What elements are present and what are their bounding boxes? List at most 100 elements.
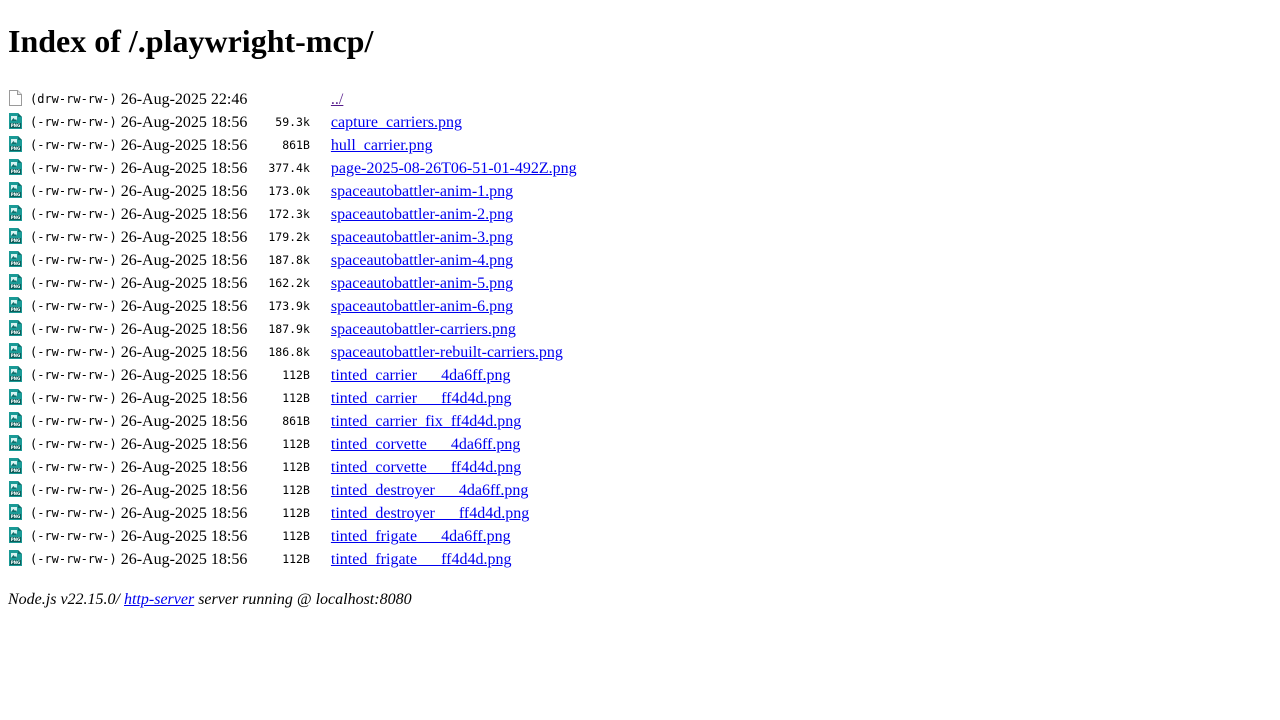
file-date: 26-Aug-2025 18:56 bbox=[120, 252, 248, 269]
file-date: 26-Aug-2025 18:56 bbox=[120, 344, 248, 361]
file-size: 112B bbox=[282, 437, 310, 451]
file-link[interactable]: spaceautobattler-anim-1.png bbox=[331, 183, 513, 200]
file-date: 26-Aug-2025 18:56 bbox=[120, 505, 248, 522]
footer-prefix: Node.js v22.15.0/ bbox=[8, 591, 124, 608]
file-date: 26-Aug-2025 18:56 bbox=[120, 413, 248, 430]
svg-text:PNG: PNG bbox=[11, 468, 21, 473]
table-row-7: PNG (-rw-rw-rw-) 26-Aug-2025 18:56 187.8… bbox=[8, 250, 578, 271]
file-date: 26-Aug-2025 18:56 bbox=[120, 482, 248, 499]
png-file-icon: PNG bbox=[9, 504, 22, 521]
file-permissions: (-rw-rw-rw-) bbox=[30, 161, 117, 175]
file-date: 26-Aug-2025 18:56 bbox=[120, 206, 248, 223]
file-link[interactable]: spaceautobattler-rebuilt-carriers.png bbox=[331, 344, 563, 361]
svg-text:PNG: PNG bbox=[11, 422, 21, 427]
file-link[interactable]: tinted_carrier___ff4d4d.png bbox=[331, 390, 512, 407]
table-row-6: PNG (-rw-rw-rw-) 26-Aug-2025 18:56 179.2… bbox=[8, 227, 578, 248]
file-permissions: (-rw-rw-rw-) bbox=[30, 299, 117, 313]
file-permissions: (-rw-rw-rw-) bbox=[30, 529, 117, 543]
file-link[interactable]: tinted_destroyer___4da6ff.png bbox=[331, 482, 528, 499]
file-date: 26-Aug-2025 18:56 bbox=[120, 137, 248, 154]
file-permissions: (-rw-rw-rw-) bbox=[30, 230, 117, 244]
file-link[interactable]: spaceautobattler-anim-4.png bbox=[331, 252, 513, 269]
svg-text:PNG: PNG bbox=[11, 445, 21, 450]
png-file-icon: PNG bbox=[9, 435, 22, 452]
file-size: 112B bbox=[282, 460, 310, 474]
file-link[interactable]: tinted_frigate___ff4d4d.png bbox=[331, 551, 512, 568]
file-date: 26-Aug-2025 18:56 bbox=[120, 459, 248, 476]
table-row-9: PNG (-rw-rw-rw-) 26-Aug-2025 18:56 173.9… bbox=[8, 296, 578, 317]
file-date: 26-Aug-2025 18:56 bbox=[120, 298, 248, 315]
file-size: 59.3k bbox=[275, 115, 310, 129]
table-row-2: PNG (-rw-rw-rw-) 26-Aug-2025 18:56 861B … bbox=[8, 135, 578, 156]
file-size: 377.4k bbox=[268, 161, 310, 175]
file-listing-body: (drw-rw-rw-) 26-Aug-2025 22:46 ../ PNG (… bbox=[8, 89, 578, 570]
png-file-icon: PNG bbox=[9, 481, 22, 498]
file-link[interactable]: tinted_frigate___4da6ff.png bbox=[331, 528, 511, 545]
file-permissions: (-rw-rw-rw-) bbox=[30, 414, 117, 428]
png-file-icon: PNG bbox=[9, 159, 22, 176]
file-size: 112B bbox=[282, 529, 310, 543]
svg-text:PNG: PNG bbox=[11, 307, 21, 312]
table-row-12: PNG (-rw-rw-rw-) 26-Aug-2025 18:56 112B … bbox=[8, 365, 578, 386]
file-link[interactable]: tinted_corvette___ff4d4d.png bbox=[331, 459, 521, 476]
folder-file-icon bbox=[9, 90, 22, 107]
file-date: 26-Aug-2025 18:56 bbox=[120, 367, 248, 384]
file-permissions: (-rw-rw-rw-) bbox=[30, 253, 117, 267]
http-server-link[interactable]: http-server bbox=[124, 591, 194, 608]
file-link[interactable]: spaceautobattler-anim-3.png bbox=[331, 229, 513, 246]
png-file-icon: PNG bbox=[9, 527, 22, 544]
file-date: 26-Aug-2025 18:56 bbox=[120, 390, 248, 407]
server-footer: Node.js v22.15.0/ http-server server run… bbox=[8, 590, 1272, 610]
png-file-icon: PNG bbox=[9, 251, 22, 268]
png-file-icon: PNG bbox=[9, 228, 22, 245]
png-file-icon: PNG bbox=[9, 205, 22, 222]
file-link[interactable]: tinted_destroyer___ff4d4d.png bbox=[331, 505, 529, 522]
png-file-icon: PNG bbox=[9, 458, 22, 475]
file-link[interactable]: spaceautobattler-carriers.png bbox=[331, 321, 516, 338]
file-permissions: (drw-rw-rw-) bbox=[30, 92, 117, 106]
file-date: 26-Aug-2025 18:56 bbox=[120, 229, 248, 246]
table-row-18: PNG (-rw-rw-rw-) 26-Aug-2025 18:56 112B … bbox=[8, 503, 578, 524]
file-size: 173.9k bbox=[268, 299, 310, 313]
file-link[interactable]: tinted_carrier___4da6ff.png bbox=[331, 367, 511, 384]
png-file-icon: PNG bbox=[9, 389, 22, 406]
table-row-3: PNG (-rw-rw-rw-) 26-Aug-2025 18:56 377.4… bbox=[8, 158, 578, 179]
file-size: 112B bbox=[282, 552, 310, 566]
file-permissions: (-rw-rw-rw-) bbox=[30, 345, 117, 359]
table-row-10: PNG (-rw-rw-rw-) 26-Aug-2025 18:56 187.9… bbox=[8, 319, 578, 340]
png-file-icon: PNG bbox=[9, 113, 22, 130]
png-file-icon: PNG bbox=[9, 412, 22, 429]
svg-text:PNG: PNG bbox=[11, 514, 21, 519]
file-link[interactable]: spaceautobattler-anim-2.png bbox=[331, 206, 513, 223]
file-link[interactable]: hull_carrier.png bbox=[331, 137, 433, 154]
file-date: 26-Aug-2025 18:56 bbox=[120, 183, 248, 200]
svg-text:PNG: PNG bbox=[11, 353, 21, 358]
table-row-19: PNG (-rw-rw-rw-) 26-Aug-2025 18:56 112B … bbox=[8, 526, 578, 547]
footer-suffix: server running @ localhost:8080 bbox=[194, 591, 412, 608]
file-permissions: (-rw-rw-rw-) bbox=[30, 391, 117, 405]
parent-directory-link[interactable]: ../ bbox=[331, 91, 343, 108]
file-link[interactable]: spaceautobattler-anim-6.png bbox=[331, 298, 513, 315]
file-link[interactable]: tinted_carrier_fix_ff4d4d.png bbox=[331, 413, 521, 430]
png-file-icon: PNG bbox=[9, 274, 22, 291]
svg-text:PNG: PNG bbox=[11, 376, 21, 381]
table-row-16: PNG (-rw-rw-rw-) 26-Aug-2025 18:56 112B … bbox=[8, 457, 578, 478]
file-link[interactable]: capture_carriers.png bbox=[331, 114, 462, 131]
png-file-icon: PNG bbox=[9, 182, 22, 199]
file-permissions: (-rw-rw-rw-) bbox=[30, 368, 117, 382]
table-row-17: PNG (-rw-rw-rw-) 26-Aug-2025 18:56 112B … bbox=[8, 480, 578, 501]
directory-listing-page: Index of /.playwright-mcp/ (drw-rw-rw-) … bbox=[0, 21, 1280, 610]
file-permissions: (-rw-rw-rw-) bbox=[30, 460, 117, 474]
table-row-1: PNG (-rw-rw-rw-) 26-Aug-2025 18:56 59.3k… bbox=[8, 112, 578, 133]
png-file-icon: PNG bbox=[9, 320, 22, 337]
file-link[interactable]: page-2025-08-26T06-51-01-492Z.png bbox=[331, 160, 577, 177]
svg-text:PNG: PNG bbox=[11, 215, 21, 220]
table-row-13: PNG (-rw-rw-rw-) 26-Aug-2025 18:56 112B … bbox=[8, 388, 578, 409]
file-link[interactable]: tinted_corvette___4da6ff.png bbox=[331, 436, 520, 453]
page-title: Index of /.playwright-mcp/ bbox=[8, 23, 374, 59]
file-permissions: (-rw-rw-rw-) bbox=[30, 276, 117, 290]
file-size: 186.8k bbox=[268, 345, 310, 359]
file-link[interactable]: spaceautobattler-anim-5.png bbox=[331, 275, 513, 292]
file-size: 187.9k bbox=[268, 322, 310, 336]
file-size: 112B bbox=[282, 483, 310, 497]
